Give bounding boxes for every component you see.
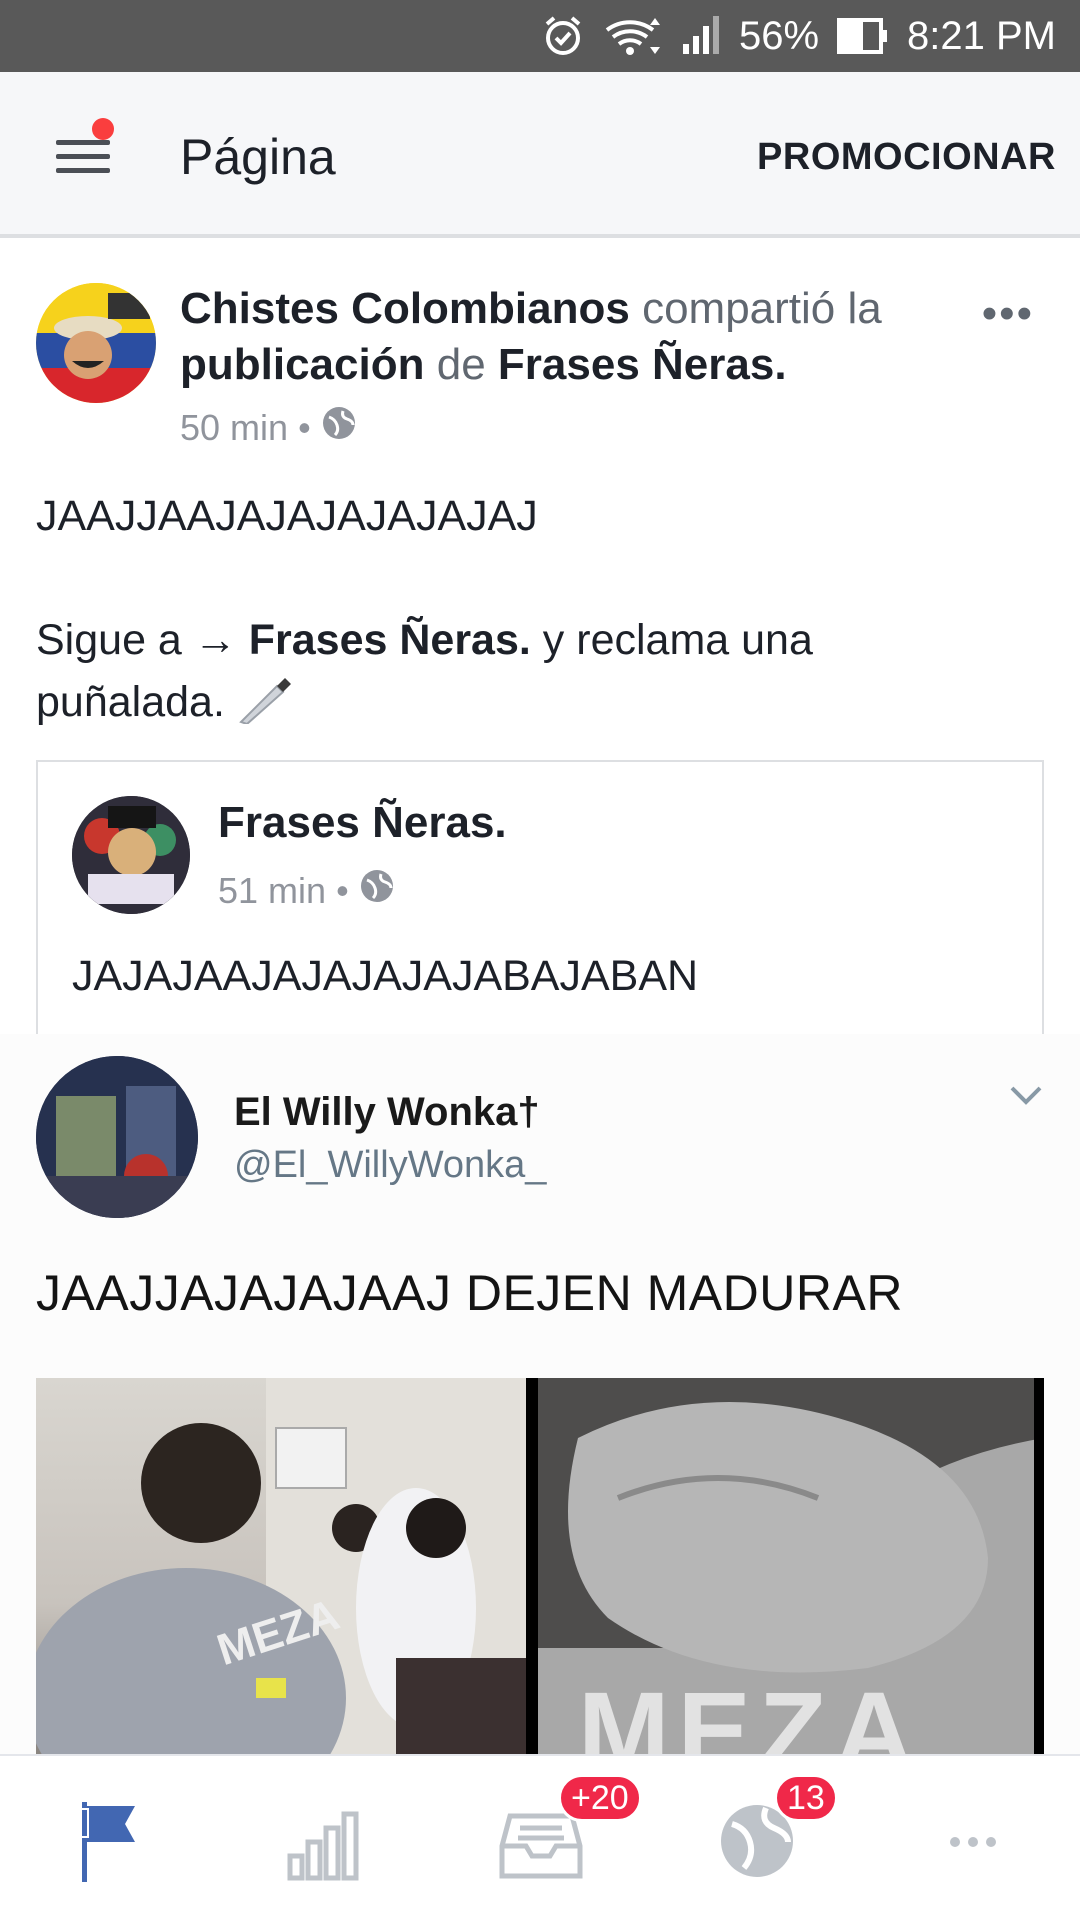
app-header: Página PROMOCIONAR [0, 72, 1080, 238]
more-icon [928, 1837, 1018, 1890]
hoodie-label-right: MEZA [578, 1670, 922, 1754]
more-options-icon[interactable]: ••• [982, 289, 1034, 339]
hamburger-line [56, 168, 110, 173]
wifi-icon [603, 14, 663, 58]
flag-icon [64, 1802, 154, 1890]
globe-icon [321, 405, 357, 450]
author-link[interactable]: Chistes Colombianos [180, 284, 630, 333]
shared-meta: 51 min • [218, 868, 395, 913]
chevron-down-icon [1008, 1084, 1044, 1113]
post-headline: Chistes Colombianos compartió la publica… [180, 281, 940, 393]
avatar[interactable] [36, 283, 156, 403]
post-text-line-1: JAAJJAAJAJAJAJAJAJAJ [36, 492, 538, 540]
post-time[interactable]: 50 min [180, 407, 288, 449]
globe-icon [359, 868, 395, 913]
photo-edge [1034, 1378, 1044, 1754]
nav-insights-tab[interactable] [280, 1796, 370, 1886]
inbox-icon [496, 1813, 586, 1890]
nav-more-tab[interactable] [928, 1796, 1018, 1886]
shared-time[interactable]: 51 min [218, 870, 326, 912]
battery-icon [837, 16, 889, 56]
nav-inbox-tab[interactable]: +20 [496, 1774, 642, 1886]
de-text: de [436, 340, 486, 389]
notification-dot [92, 118, 114, 140]
hood-closeup-photo: MEZA [538, 1378, 1044, 1754]
knife-icon [237, 678, 293, 726]
post-text-line-2: Sigue a → Frases Ñeras. y reclama una [36, 609, 813, 671]
photo-divider [526, 1378, 538, 1754]
hamburger-icon [56, 140, 110, 145]
classroom-photo: MEZA [36, 1378, 526, 1754]
post-text-line-3: puñalada. [36, 671, 293, 733]
shared-page-name[interactable]: Frases Ñeras. [218, 798, 507, 848]
shared-text: compartió la [642, 284, 882, 333]
status-bar: 56% 8:21 PM [0, 0, 1080, 72]
tweet-text: JAAJJAJAJAJAAJ DEJEN MADURAR [36, 1265, 903, 1321]
page-title: Página [180, 129, 336, 185]
clock: 8:21 PM [907, 13, 1056, 58]
nav-page-tab[interactable] [64, 1796, 154, 1886]
notifications-badge: 13 [774, 1774, 838, 1822]
shared-post-card[interactable]: Frases Ñeras. 51 min • JAJAJAAJAJAJAJAJA… [36, 760, 1044, 1050]
hamburger-line [56, 154, 110, 159]
menu-button[interactable] [52, 118, 122, 184]
follow-text: Sigue a → [36, 616, 237, 664]
nav-notifications-tab[interactable]: 13 [712, 1774, 838, 1886]
shared-avatar[interactable] [72, 796, 190, 914]
separator-dot: • [336, 869, 349, 911]
tweet-avatar [36, 1056, 198, 1218]
post-meta: 50 min • [180, 405, 357, 450]
bar-chart-icon [280, 1811, 370, 1890]
alarm-icon [541, 14, 585, 58]
inbox-badge: +20 [558, 1774, 642, 1822]
source-page-link[interactable]: Frases Ñeras. [498, 340, 787, 389]
promote-button[interactable]: PROMOCIONAR [757, 136, 1056, 179]
globe-icon [712, 1805, 802, 1890]
publication-link[interactable]: publicación [180, 340, 424, 389]
shared-post-text: JAJAJAAJAJAJAJAJABAJABAN [72, 952, 699, 1000]
tweet-handle: @El_WillyWonka_ [234, 1144, 547, 1186]
claim-text: y reclama una [542, 616, 813, 664]
tweet-screenshot-image[interactable]: El Willy Wonka† @El_WillyWonka_ JAAJJAJA… [0, 1034, 1080, 1754]
stab-text: puñalada. [36, 678, 225, 726]
separator-dot: • [298, 406, 311, 448]
signal-icon [681, 14, 721, 58]
bottom-navigation: +20 13 [0, 1754, 1080, 1920]
battery-percent: 56% [738, 13, 820, 58]
tweet-author-name: El Willy Wonka† [234, 1090, 540, 1134]
follow-page-link[interactable]: Frases Ñeras. [249, 616, 531, 664]
